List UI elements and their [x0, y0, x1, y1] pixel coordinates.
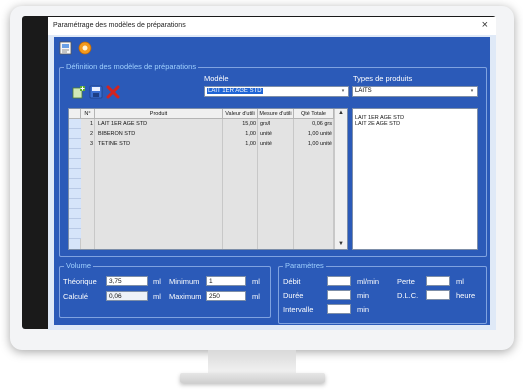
- perte-label: Perte: [397, 277, 415, 286]
- minimum-label: Minimum: [169, 277, 200, 286]
- types-label: Types de produits: [353, 74, 413, 83]
- table-row-valeur[interactable]: 15,00: [223, 119, 256, 129]
- grid-header-rowsel: [69, 109, 81, 119]
- row-selector[interactable]: [69, 179, 81, 189]
- types-select[interactable]: LAITS ▾: [352, 86, 478, 97]
- table-row-produit[interactable]: LAIT 1ER AGE STD: [98, 119, 220, 129]
- table-row-valeur[interactable]: 1,00: [223, 139, 256, 149]
- dialog-window: Paramétrage des modèles de préparations …: [48, 17, 496, 330]
- client-area: Définition des modèles de préparations M…: [54, 37, 490, 325]
- volume-group: Volume Théorique 3,75 ml Calculé 0,06 ml…: [59, 261, 271, 318]
- row-selector[interactable]: [69, 209, 81, 219]
- table-row-n[interactable]: 2: [81, 129, 93, 139]
- table-row-produit[interactable]: TETINE STD: [98, 139, 220, 149]
- intervalle-field[interactable]: [327, 304, 351, 314]
- maximum-unit: ml: [252, 292, 260, 301]
- maximum-field[interactable]: 250: [206, 291, 246, 301]
- model-label: Modèle: [204, 74, 229, 83]
- table-row-qte[interactable]: 1,00 unité: [294, 129, 332, 139]
- row-selector[interactable]: [69, 219, 81, 229]
- row-selector[interactable]: [69, 139, 81, 149]
- intervalle-label: Intervalle: [283, 305, 314, 314]
- duree-unit: min: [357, 291, 370, 300]
- chevron-down-icon[interactable]: ▾: [468, 87, 476, 96]
- model-select[interactable]: LAIT 1ER AGE STD ▾: [204, 86, 349, 97]
- table-row-qte[interactable]: 0,06 grs: [294, 119, 332, 129]
- table-row-mesure[interactable]: unité: [260, 139, 292, 149]
- duree-label: Durée: [283, 291, 304, 300]
- calcule-label: Calculé: [63, 292, 89, 301]
- intervalle-unit: min: [357, 305, 370, 314]
- grid-header-qte[interactable]: Qté Totale: [294, 109, 334, 119]
- table-row-mesure[interactable]: unité: [260, 129, 292, 139]
- add-icon[interactable]: [72, 85, 86, 99]
- settings-icon[interactable]: [78, 41, 92, 55]
- dlc-field[interactable]: [426, 290, 450, 300]
- table-row-n[interactable]: 3: [81, 139, 93, 149]
- grid-header-produit[interactable]: Produit: [95, 109, 223, 119]
- delete-icon[interactable]: [106, 85, 120, 99]
- calcule-field[interactable]: 0,06: [106, 291, 148, 301]
- chevron-down-icon[interactable]: ▾: [339, 87, 347, 96]
- minimum-unit: ml: [252, 277, 260, 286]
- types-list[interactable]: LAIT 1ER AGE STD LAIT 2E AGE STD: [352, 108, 478, 250]
- parametres-group: Paramètres Débit ml/min Durée min Interv…: [278, 261, 487, 324]
- calcule-unit: ml: [153, 292, 161, 301]
- window-title: Paramétrage des modèles de préparations: [53, 22, 186, 29]
- types-value: LAITS: [355, 88, 372, 94]
- row-selector[interactable]: [69, 189, 81, 199]
- list-item[interactable]: LAIT 2E AGE STD: [353, 121, 477, 127]
- theorique-label: Théorique: [63, 277, 97, 286]
- table-row-valeur[interactable]: 1,00: [223, 129, 256, 139]
- row-selector[interactable]: [69, 229, 81, 239]
- row-selector[interactable]: [69, 149, 81, 159]
- definition-group-label: Définition des modèles de préparations: [64, 62, 199, 71]
- grid-scrollbar[interactable]: ▲ ▼: [334, 109, 347, 249]
- table-row-qte[interactable]: 1,00 unité: [294, 139, 332, 149]
- title-bar: Paramétrage des modèles de préparations …: [48, 17, 496, 35]
- grid-header-mesure[interactable]: Mesure d'utili: [258, 109, 294, 119]
- debit-label: Débit: [283, 277, 301, 286]
- products-grid[interactable]: N° Produit Valeur d'utili Mesure d'utili…: [68, 108, 348, 250]
- row-selector[interactable]: [69, 129, 81, 139]
- theorique-unit: ml: [153, 277, 161, 286]
- dlc-label: D.L.C.: [397, 291, 419, 300]
- theorique-field[interactable]: 3,75: [106, 276, 148, 286]
- monitor-stand-base: [180, 373, 325, 383]
- perte-field[interactable]: [426, 276, 450, 286]
- debit-field[interactable]: [327, 276, 351, 286]
- model-value: LAIT 1ER AGE STD: [207, 88, 263, 94]
- save-icon[interactable]: [89, 85, 103, 99]
- debit-unit: ml/min: [357, 277, 380, 286]
- minimum-field[interactable]: 1: [206, 276, 246, 286]
- row-selector[interactable]: [69, 159, 81, 169]
- row-selector[interactable]: [69, 199, 81, 209]
- perte-unit: ml: [456, 277, 464, 286]
- grid-header-valeur[interactable]: Valeur d'utili: [223, 109, 258, 119]
- dlc-unit: heure: [456, 291, 476, 300]
- definition-group: Définition des modèles de préparations M…: [59, 62, 487, 257]
- volume-group-label: Volume: [64, 261, 94, 270]
- chevron-up-icon[interactable]: ▲: [338, 110, 344, 116]
- notes-icon[interactable]: [59, 41, 73, 55]
- parametres-group-label: Paramètres: [283, 261, 326, 270]
- row-selector[interactable]: [69, 169, 81, 179]
- chevron-down-icon[interactable]: ▼: [338, 241, 344, 247]
- maximum-label: Maximum: [169, 292, 202, 301]
- close-button[interactable]: ×: [482, 19, 488, 31]
- table-row-mesure[interactable]: grs/l: [260, 119, 292, 129]
- duree-field[interactable]: [327, 290, 351, 300]
- row-selector[interactable]: [69, 119, 81, 129]
- grid-header-n[interactable]: N°: [81, 109, 95, 119]
- table-row-produit[interactable]: BIBERON STD: [98, 129, 220, 139]
- table-row-n[interactable]: 1: [81, 119, 93, 129]
